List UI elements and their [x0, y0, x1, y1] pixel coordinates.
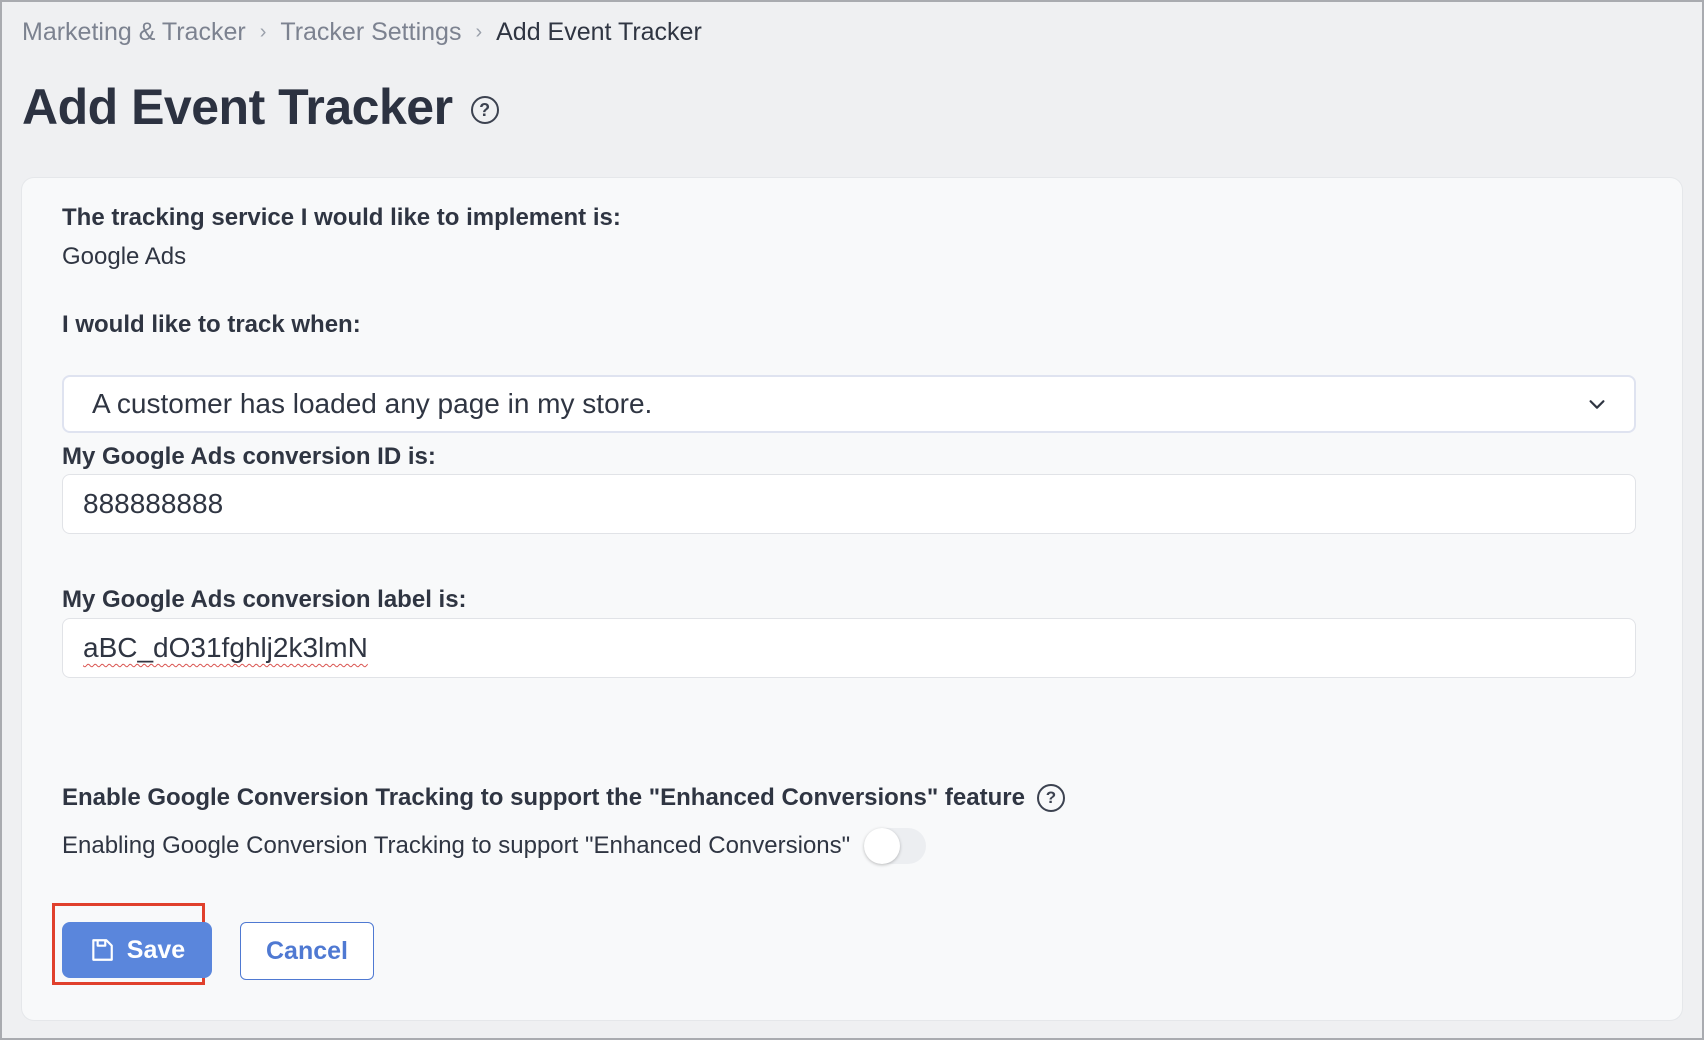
- conversion-id-value: 888888888: [83, 488, 224, 519]
- service-label: The tracking service I would like to imp…: [62, 204, 621, 231]
- breadcrumb-item-marketing[interactable]: Marketing & Tracker: [22, 18, 246, 47]
- page-header: Add Event Tracker ?: [22, 78, 499, 136]
- cancel-button[interactable]: Cancel: [240, 922, 374, 980]
- chevron-down-icon: [1589, 400, 1605, 409]
- cancel-button-label: Cancel: [266, 936, 348, 965]
- breadcrumb-separator-icon: ›: [259, 21, 267, 43]
- question-circle-icon[interactable]: ?: [1036, 784, 1065, 812]
- enhanced-conversions-label: Enable Google Conversion Tracking to sup…: [62, 784, 1025, 811]
- enhanced-conversions-row: Enable Google Conversion Tracking to sup…: [62, 784, 1065, 812]
- conversion-label-input[interactable]: aBC_dO31fghlj2k3lmN: [62, 618, 1636, 678]
- track-when-selected: A customer has loaded any page in my sto…: [92, 388, 653, 419]
- track-when-label: I would like to track when:: [62, 311, 361, 338]
- breadcrumb-current: Add Event Tracker: [496, 18, 702, 46]
- conversion-id-input[interactable]: 888888888: [62, 474, 1636, 534]
- breadcrumb-separator-icon: ›: [475, 21, 483, 43]
- enhanced-toggle-row: Enabling Google Conversion Tracking to s…: [62, 828, 927, 864]
- toggle-knob: [864, 828, 901, 864]
- enhanced-toggle-text: Enabling Google Conversion Tracking to s…: [62, 832, 851, 859]
- track-when-select[interactable]: A customer has loaded any page in my sto…: [62, 375, 1636, 433]
- conversion-id-label: My Google Ads conversion ID is:: [62, 443, 436, 470]
- service-value: Google Ads: [62, 243, 187, 270]
- save-button-label: Save: [126, 935, 186, 964]
- form-card: The tracking service I would like to imp…: [22, 178, 1682, 1020]
- question-circle-icon[interactable]: ?: [470, 96, 499, 124]
- enhanced-conversions-toggle[interactable]: [864, 828, 927, 864]
- breadcrumb-item-tracker-settings[interactable]: Tracker Settings: [280, 18, 461, 47]
- page-title: Add Event Tracker: [22, 79, 453, 135]
- save-button[interactable]: Save: [62, 922, 212, 978]
- conversion-label-label: My Google Ads conversion label is:: [62, 586, 467, 613]
- breadcrumb: Marketing & Tracker › Tracker Settings ›…: [22, 18, 702, 47]
- floppy-disk-icon: [92, 939, 113, 961]
- app-window: Marketing & Tracker › Tracker Settings ›…: [0, 0, 1704, 1040]
- conversion-label-value: aBC_dO31fghlj2k3lmN: [83, 632, 368, 663]
